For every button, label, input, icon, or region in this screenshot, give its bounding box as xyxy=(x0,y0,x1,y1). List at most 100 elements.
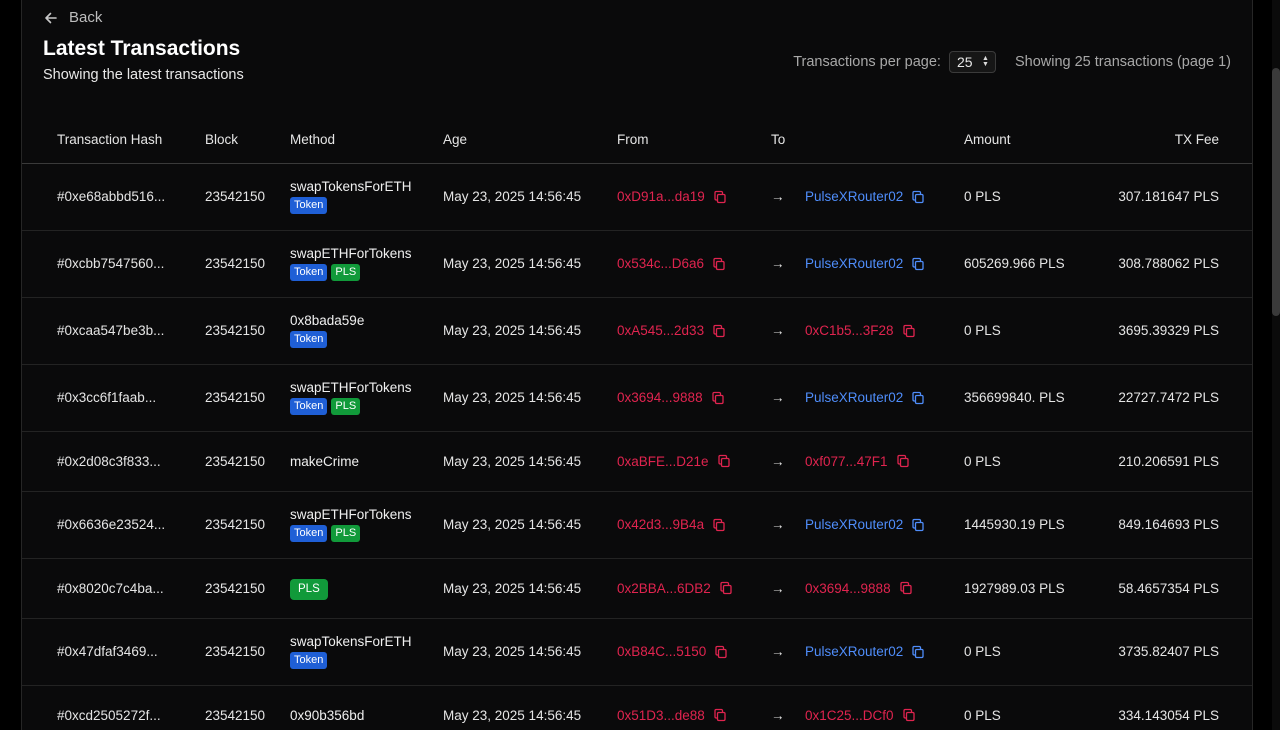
to-address-text[interactable]: 0x1C25...DCf0 xyxy=(805,708,894,723)
copy-icon[interactable] xyxy=(719,581,733,595)
from-address[interactable]: 0x3694...9888 xyxy=(617,390,725,405)
copy-icon[interactable] xyxy=(911,190,925,204)
method-name: swapTokensForETH xyxy=(290,179,412,194)
from-address[interactable]: 0x2BBA...6DB2 xyxy=(617,581,733,596)
to-address[interactable]: PulseXRouter02 xyxy=(805,517,925,532)
from-address-text[interactable]: 0x3694...9888 xyxy=(617,390,703,405)
to-address-text[interactable]: PulseXRouter02 xyxy=(805,644,903,659)
method-cell: 0x8bada59e Token xyxy=(290,297,443,364)
col-header-method[interactable]: Method xyxy=(290,117,443,164)
page-title: Latest Transactions xyxy=(43,37,241,60)
tx-fee: 334.143054 PLS xyxy=(1118,707,1219,723)
to-address-text[interactable]: PulseXRouter02 xyxy=(805,189,903,204)
table-row[interactable]: #0x8020c7c4ba... 23542150 PLS May 23, 2025 … xyxy=(22,558,1252,618)
col-header-hash[interactable]: Transaction Hash xyxy=(22,117,205,164)
from-address-text[interactable]: 0xD91a...da19 xyxy=(617,189,705,204)
copy-icon[interactable] xyxy=(911,518,925,532)
col-header-from[interactable]: From xyxy=(617,117,771,164)
copy-icon[interactable] xyxy=(711,391,725,405)
pls-badge: PLS xyxy=(290,579,328,600)
copy-icon[interactable] xyxy=(712,257,726,271)
copy-icon[interactable] xyxy=(911,257,925,271)
table-row[interactable]: #0xcd2505272f... 23542150 0x90b356bd May 23… xyxy=(22,685,1252,730)
table-row[interactable]: #0xcaa547be3b... 23542150 0x8bada59e Token M… xyxy=(22,297,1252,364)
col-header-age[interactable]: Age xyxy=(443,117,617,164)
arrow-right-icon: → xyxy=(771,453,785,469)
to-address-text[interactable]: PulseXRouter02 xyxy=(805,390,903,405)
block-number[interactable]: 23542150 xyxy=(205,708,265,723)
block-number[interactable]: 23542150 xyxy=(205,323,265,338)
from-address[interactable]: 0xA545...2d33 xyxy=(617,323,726,338)
from-address-text[interactable]: 0xA545...2d33 xyxy=(617,323,704,338)
from-address[interactable]: 0xaBFE...D21e xyxy=(617,454,731,469)
block-number[interactable]: 23542150 xyxy=(205,517,265,532)
block-number[interactable]: 23542150 xyxy=(205,581,265,596)
to-address[interactable]: 0x1C25...DCf0 xyxy=(805,708,916,723)
col-header-fee[interactable]: TX Fee xyxy=(1104,117,1252,164)
from-address-text[interactable]: 0xB84C...5150 xyxy=(617,644,706,659)
to-address[interactable]: 0x3694...9888 xyxy=(805,581,913,596)
from-address[interactable]: 0xD91a...da19 xyxy=(617,189,727,204)
tx-hash-link[interactable]: #0xcbb7547560... xyxy=(57,256,164,271)
tx-hash-link[interactable]: #0x47dfaf3469... xyxy=(57,644,158,659)
tx-hash-link[interactable]: #0x2d08c3f833... xyxy=(57,454,161,469)
block-number[interactable]: 23542150 xyxy=(205,644,265,659)
block-number[interactable]: 23542150 xyxy=(205,256,265,271)
back-button[interactable]: Back xyxy=(43,9,102,26)
col-header-amount[interactable]: Amount xyxy=(964,117,1104,164)
per-page-select[interactable]: 25 ▲ ▼ xyxy=(948,51,996,73)
to-address[interactable]: PulseXRouter02 xyxy=(805,189,925,204)
tx-age: May 23, 2025 14:56:45 xyxy=(443,644,582,659)
copy-icon[interactable] xyxy=(714,645,728,659)
copy-icon[interactable] xyxy=(712,518,726,532)
table-row[interactable]: #0xcbb7547560... 23542150 swapETHForTokens… xyxy=(22,230,1252,297)
tx-hash-link[interactable]: #0x8020c7c4ba... xyxy=(57,581,164,596)
to-address-text[interactable]: 0x3694...9888 xyxy=(805,581,891,596)
from-address-text[interactable]: 0x534c...D6a6 xyxy=(617,256,704,271)
tx-hash-link[interactable]: #0x6636e23524... xyxy=(57,517,165,532)
block-number[interactable]: 23542150 xyxy=(205,390,265,405)
to-address-text[interactable]: PulseXRouter02 xyxy=(805,517,903,532)
to-address-text[interactable]: 0xC1b5...3F28 xyxy=(805,323,894,338)
from-address[interactable]: 0x534c...D6a6 xyxy=(617,256,726,271)
table-row[interactable]: #0x47dfaf3469... 23542150 swapTokensForETH… xyxy=(22,618,1252,685)
copy-icon[interactable] xyxy=(911,645,925,659)
to-address[interactable]: 0xC1b5...3F28 xyxy=(805,323,916,338)
tx-hash-link[interactable]: #0xcd2505272f... xyxy=(57,708,161,723)
copy-icon[interactable] xyxy=(713,190,727,204)
col-header-block[interactable]: Block xyxy=(205,117,290,164)
copy-icon[interactable] xyxy=(713,708,727,722)
copy-icon[interactable] xyxy=(717,454,731,468)
block-number[interactable]: 23542150 xyxy=(205,454,265,469)
table-row[interactable]: #0x2d08c3f833... 23542150 makeCrime May 23,… xyxy=(22,431,1252,491)
table-row[interactable]: #0xe68abbd516... 23542150 swapTokensForETH… xyxy=(22,163,1252,230)
table-row[interactable]: #0x6636e23524... 23542150 swapETHForTokens… xyxy=(22,491,1252,558)
tx-hash-link[interactable]: #0xcaa547be3b... xyxy=(57,323,164,338)
copy-icon[interactable] xyxy=(902,708,916,722)
tx-hash-link[interactable]: #0xe68abbd516... xyxy=(57,189,165,204)
to-address[interactable]: PulseXRouter02 xyxy=(805,644,925,659)
table-row[interactable]: #0x3cc6f1faab... 23542150 swapETHForTokens… xyxy=(22,364,1252,431)
from-address-text[interactable]: 0xaBFE...D21e xyxy=(617,454,709,469)
from-address-text[interactable]: 0x51D3...de88 xyxy=(617,708,705,723)
from-address-text[interactable]: 0x2BBA...6DB2 xyxy=(617,581,711,596)
from-address[interactable]: 0x51D3...de88 xyxy=(617,708,727,723)
copy-icon[interactable] xyxy=(911,391,925,405)
tx-age: May 23, 2025 14:56:45 xyxy=(443,323,582,338)
to-address[interactable]: 0xf077...47F1 xyxy=(805,454,910,469)
from-address[interactable]: 0xB84C...5150 xyxy=(617,644,728,659)
copy-icon[interactable] xyxy=(896,454,910,468)
tx-hash-link[interactable]: #0x3cc6f1faab... xyxy=(57,390,156,405)
copy-icon[interactable] xyxy=(902,324,916,338)
copy-icon[interactable] xyxy=(899,581,913,595)
to-address-text[interactable]: PulseXRouter02 xyxy=(805,256,903,271)
scrollbar-thumb[interactable] xyxy=(1272,68,1280,316)
col-header-to[interactable]: To xyxy=(771,117,805,164)
to-address[interactable]: PulseXRouter02 xyxy=(805,256,925,271)
to-address-text[interactable]: 0xf077...47F1 xyxy=(805,454,888,469)
copy-icon[interactable] xyxy=(712,324,726,338)
to-address[interactable]: PulseXRouter02 xyxy=(805,390,925,405)
from-address[interactable]: 0x42d3...9B4a xyxy=(617,517,726,532)
block-number[interactable]: 23542150 xyxy=(205,189,265,204)
from-address-text[interactable]: 0x42d3...9B4a xyxy=(617,517,704,532)
